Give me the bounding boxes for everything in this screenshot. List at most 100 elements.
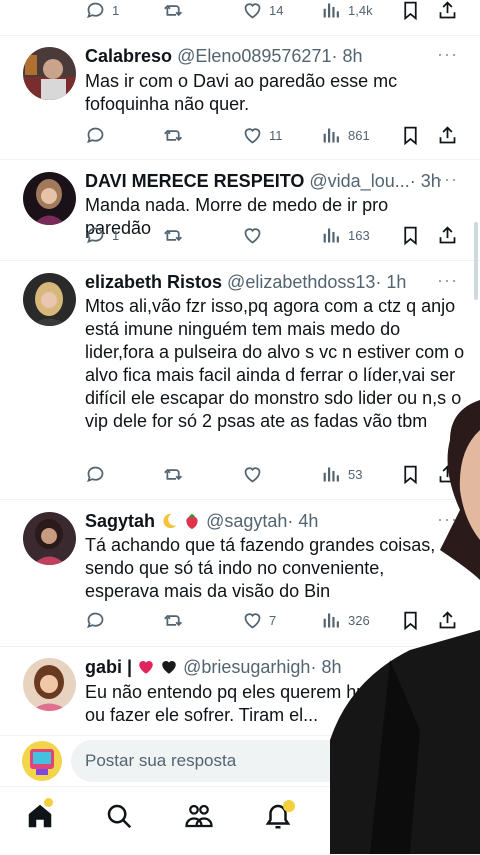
reply-button[interactable]: 1 <box>85 222 119 248</box>
handle[interactable]: @vida_lou... <box>309 171 409 191</box>
reply-icon <box>87 127 104 143</box>
tab-notifications[interactable] <box>263 800 295 831</box>
display-name[interactable]: elizabeth Ristos <box>85 272 222 292</box>
timestamp[interactable]: · 1h <box>375 272 406 292</box>
retweet-button[interactable] <box>163 461 184 487</box>
reply-button[interactable] <box>85 607 106 633</box>
views-icon <box>323 128 339 142</box>
tab-home[interactable] <box>25 798 55 831</box>
tweet-actions: 11 861 <box>85 122 457 148</box>
display-name[interactable]: Sagytah <box>85 511 155 531</box>
strawberry-icon <box>186 513 198 530</box>
timestamp[interactable]: · 8h <box>331 46 362 66</box>
retweet-button[interactable] <box>163 607 184 633</box>
bookmark-button[interactable] <box>400 222 421 248</box>
share-button[interactable] <box>437 122 458 148</box>
display-name[interactable]: DAVI MERECE RESPEITO <box>85 171 304 191</box>
like-button[interactable] <box>242 222 263 248</box>
share-icon <box>439 125 456 143</box>
views-count: 861 <box>348 127 370 143</box>
views-button[interactable]: 163 <box>321 222 370 248</box>
share-button[interactable] <box>437 0 458 23</box>
share-icon <box>439 0 456 18</box>
display-name[interactable]: Calabreso <box>85 46 172 66</box>
views-icon <box>323 3 339 17</box>
like-button[interactable] <box>242 461 263 487</box>
bookmark-icon <box>404 1 417 20</box>
avatar[interactable] <box>23 172 76 225</box>
tweet-header: elizabeth Ristos @elizabethdoss13· 1h <box>85 270 460 294</box>
bookmark-icon <box>404 126 417 145</box>
reply-count: 1 <box>112 227 120 243</box>
tweet-text: Mas ir com o Davi ao paredão esse mc fof… <box>85 71 398 114</box>
bookmark-icon <box>404 226 417 245</box>
views-button[interactable]: 861 <box>321 122 370 148</box>
notification-dot <box>283 800 295 812</box>
views-icon <box>323 228 339 242</box>
tab-search[interactable] <box>104 801 134 831</box>
tweet[interactable]: DAVI MERECE RESPEITO @vida_lou...· 3h ··… <box>0 159 480 261</box>
black-heart-icon <box>162 661 176 674</box>
tweet[interactable]: Calabreso @Eleno089576271· 8h ··· Mas ir… <box>0 35 480 160</box>
red-heart-icon <box>139 661 153 674</box>
like-button[interactable]: 11 <box>242 122 283 148</box>
like-button[interactable]: 7 <box>242 607 276 633</box>
tab-communities[interactable] <box>184 801 214 831</box>
avatar[interactable] <box>23 273 76 326</box>
handle[interactable]: @Eleno089576271 <box>177 46 331 66</box>
heart-icon <box>244 227 261 244</box>
unread-dot <box>44 798 53 807</box>
reply-icon <box>87 466 104 482</box>
views-count: 163 <box>348 227 370 243</box>
share-button[interactable] <box>437 222 458 248</box>
tweet-actions: 1 14 1,4k <box>85 0 457 23</box>
heart-icon <box>244 127 261 144</box>
reply-button[interactable] <box>85 122 106 148</box>
retweet-button[interactable] <box>163 0 184 23</box>
share-icon <box>439 225 456 243</box>
scrollbar[interactable] <box>474 222 478 300</box>
tweet-header: DAVI MERECE RESPEITO @vida_lou...· 3h <box>85 169 460 193</box>
avatar[interactable] <box>23 512 76 565</box>
views-button[interactable]: 1,4k <box>321 0 373 23</box>
tweet-actions: 1 163 <box>85 222 457 248</box>
handle[interactable]: @elizabethdoss13 <box>227 272 375 292</box>
reply-button[interactable] <box>85 461 106 487</box>
bookmark-button[interactable] <box>400 122 421 148</box>
more-options-icon[interactable]: ··· <box>437 44 458 65</box>
like-button[interactable]: 14 <box>242 0 283 23</box>
reply-count: 1 <box>112 2 120 18</box>
heart-icon <box>244 466 261 483</box>
retweet-button[interactable] <box>163 122 184 148</box>
user-avatar[interactable] <box>22 741 62 781</box>
handle[interactable]: @briesugarhigh <box>183 657 310 677</box>
more-options-icon[interactable]: ··· <box>437 270 458 291</box>
tweet-header: Calabreso @Eleno089576271· 8h <box>85 44 460 68</box>
display-name[interactable]: gabi | <box>85 657 132 677</box>
retweet-button[interactable] <box>163 222 184 248</box>
reply-input[interactable]: Postar sua resposta <box>71 740 361 782</box>
heart-icon <box>244 2 261 19</box>
tweet[interactable]: 1 14 1,4k <box>0 0 480 36</box>
avatar[interactable] <box>23 47 76 100</box>
communities-icon <box>185 804 213 828</box>
retweet-icon <box>164 614 182 626</box>
search-icon <box>107 804 132 829</box>
timestamp[interactable]: · 4h <box>287 511 318 531</box>
reply-icon <box>87 227 104 243</box>
like-count: 11 <box>269 127 283 143</box>
more-options-icon[interactable]: ··· <box>437 169 458 190</box>
retweet-icon <box>164 229 182 241</box>
like-count: 7 <box>269 612 277 628</box>
crescent-moon-icon <box>163 513 177 529</box>
avatar[interactable] <box>23 658 76 711</box>
handle[interactable]: @sagytah <box>206 511 287 531</box>
retweet-icon <box>164 468 182 480</box>
bookmark-button[interactable] <box>400 0 421 23</box>
heart-icon <box>244 612 261 629</box>
reply-button[interactable]: 1 <box>85 0 119 23</box>
reply-icon <box>87 612 104 628</box>
reply-icon <box>87 2 104 18</box>
like-count: 14 <box>269 2 284 18</box>
retweet-icon <box>164 129 182 141</box>
